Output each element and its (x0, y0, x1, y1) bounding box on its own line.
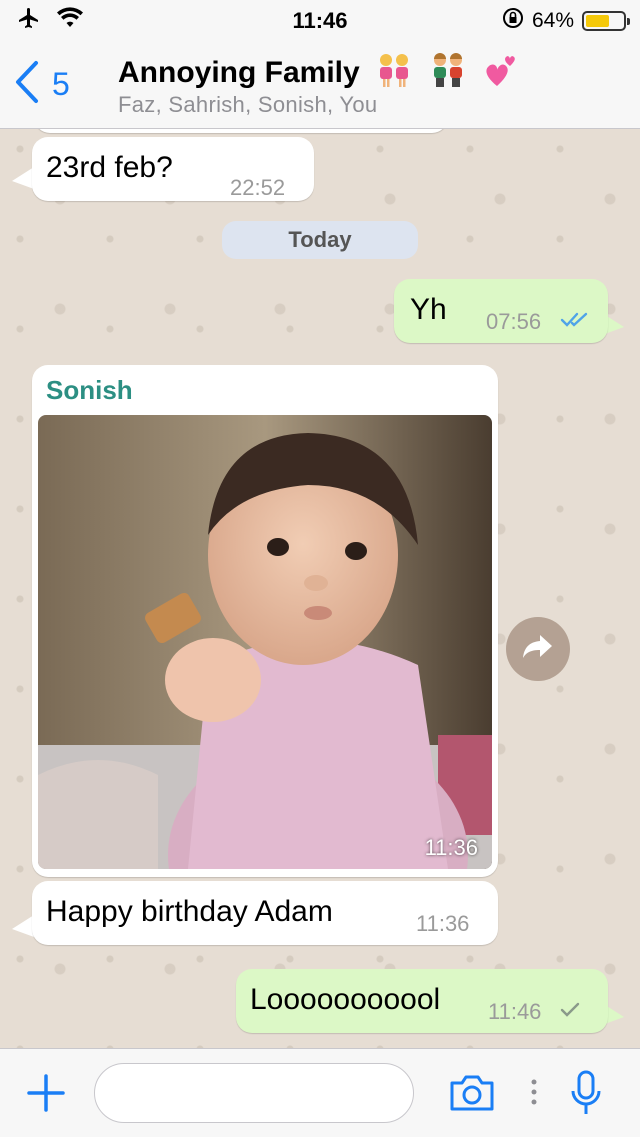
outgoing-message[interactable]: Yh 07:56 (394, 279, 608, 343)
status-right: 64% (502, 7, 630, 35)
partial-message-bubble (34, 129, 448, 133)
forward-icon (522, 634, 554, 665)
back-button[interactable]: 5 (14, 60, 70, 109)
message-text: Looooooooool (250, 983, 441, 1016)
incoming-message[interactable]: 23rd feb? 22:52 (32, 137, 314, 201)
outgoing-message[interactable]: Looooooooool 11:46 (236, 969, 608, 1033)
message-time: 11:36 (416, 911, 470, 936)
group-title: Annoying Family (118, 55, 360, 89)
bubble-tail (12, 167, 34, 189)
battery-percent: 64% (531, 9, 574, 32)
message-text: Yh (410, 293, 447, 326)
message-time: 11:46 (488, 999, 542, 1024)
message-time: 22:52 (230, 175, 286, 200)
status-bar: 11:46 64% (0, 0, 640, 40)
sender-name: Sonish (46, 375, 133, 405)
message-time: 07:56 (486, 309, 542, 334)
baby-photo[interactable]: 11:36 (38, 415, 492, 869)
input-bar (0, 1048, 640, 1137)
message-text: 23rd feb? (46, 151, 173, 184)
back-chevron-icon (14, 60, 40, 109)
battery-icon (582, 11, 630, 31)
plus-icon[interactable] (26, 1073, 66, 1118)
unread-count: 5 (52, 66, 70, 102)
double-check-icon (560, 311, 592, 334)
group-members: Faz, Sahrish, Sonish, You (118, 92, 378, 117)
chat-header: 5 Annoying Family Faz, Sahrish, Sonish, … (0, 40, 640, 129)
chat-area[interactable]: 23rd feb? 22:52 Today Yh 07:56 Sonish 11… (0, 129, 640, 1048)
incoming-message[interactable]: Happy birthday Adam 11:36 (32, 881, 498, 945)
photo-message[interactable]: Sonish 11:36 (32, 365, 498, 877)
more-dots-icon (530, 1077, 538, 1112)
message-text: Happy birthday Adam (46, 895, 333, 928)
single-check-icon (560, 1001, 580, 1024)
orientation-lock-icon (502, 7, 524, 35)
microphone-icon[interactable] (568, 1069, 604, 1124)
camera-icon[interactable] (448, 1073, 496, 1118)
message-input[interactable] (94, 1063, 414, 1123)
two-girls-emoji-icon (374, 52, 414, 96)
group-title-area[interactable]: Annoying Family (118, 52, 519, 96)
photo-time: 11:36 (424, 835, 478, 860)
two-men-emoji-icon (428, 52, 468, 96)
two-hearts-emoji-icon (483, 52, 519, 96)
date-separator: Today (222, 221, 418, 259)
forward-button[interactable] (506, 617, 570, 681)
bubble-tail (12, 915, 34, 937)
